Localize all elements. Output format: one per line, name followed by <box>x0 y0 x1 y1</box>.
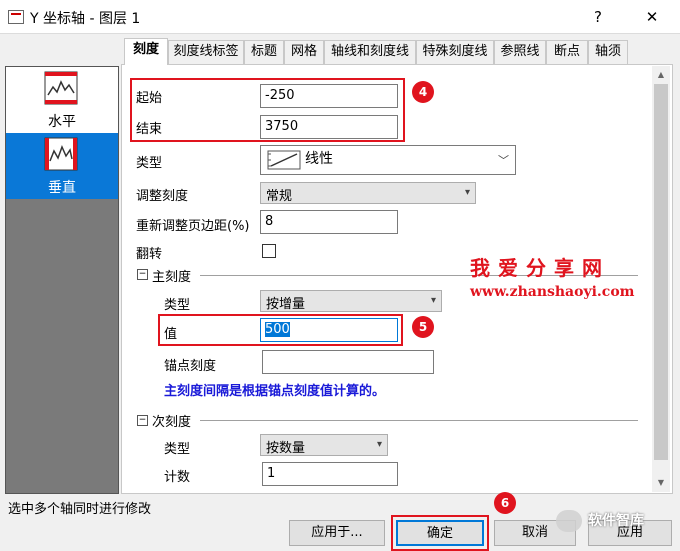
step-badge-4: 4 <box>412 81 434 103</box>
axis-label-horizontal: 水平 <box>48 114 76 130</box>
minor-type-select[interactable]: 按数量 ▾ <box>260 434 388 456</box>
horizontal-axis-icon <box>44 71 78 105</box>
axis-item-vertical[interactable]: 垂直 <box>6 133 118 199</box>
collapse-minor-icon[interactable]: − <box>137 415 148 426</box>
scroll-up-icon[interactable]: ▲ <box>652 66 670 84</box>
tab-breaks[interactable]: 断点 <box>546 40 588 64</box>
wechat-watermark: 软件智库 <box>588 513 644 529</box>
tab-special-ticks[interactable]: 特殊刻度线 <box>416 40 494 64</box>
collapse-major-icon[interactable]: − <box>137 269 148 280</box>
reverse-label: 翻转 <box>136 247 163 262</box>
tab-title[interactable]: 标题 <box>244 40 284 64</box>
chevron-down-icon: ▾ <box>430 295 436 306</box>
major-type-select[interactable]: 按增量 ▾ <box>260 290 442 312</box>
major-note: 主刻度间隔是根据锚点刻度值计算的。 <box>164 384 386 399</box>
section-divider <box>200 420 638 421</box>
watermark-url: www.zhanshaoyi.com <box>470 284 635 300</box>
chevron-down-icon: ▾ <box>464 187 470 198</box>
tab-reference-lines[interactable]: 参照线 <box>494 40 546 64</box>
tab-grids[interactable]: 网格 <box>284 40 324 64</box>
scale-type-select[interactable]: 线性 ﹀ <box>260 145 516 175</box>
app-icon <box>8 10 24 24</box>
scroll-down-icon[interactable]: ▼ <box>652 474 670 492</box>
anchor-tick-input[interactable] <box>262 350 434 374</box>
tab-line-and-ticks[interactable]: 轴线和刻度线 <box>324 40 416 64</box>
highlight-box-ok <box>391 515 489 551</box>
minor-count-input[interactable]: 1 <box>262 462 398 486</box>
tab-rug[interactable]: 轴须 <box>588 40 628 64</box>
title-bar: Y 坐标轴 - 图层 1 ? ✕ <box>0 0 680 34</box>
axis-label-vertical: 垂直 <box>48 180 76 196</box>
chevron-down-icon: ▾ <box>376 439 382 450</box>
highlight-box-value <box>158 314 403 346</box>
scrollbar-thumb[interactable] <box>654 84 668 460</box>
major-type-value: 按增量 <box>266 297 306 312</box>
minor-count-label: 计数 <box>164 470 191 485</box>
minor-ticks-header: 次刻度 <box>152 415 192 430</box>
rescale-margin-input[interactable]: 8 <box>260 210 398 234</box>
anchor-tick-label: 锚点刻度 <box>164 359 217 374</box>
rescale-value: 常规 <box>266 189 293 204</box>
reverse-checkbox[interactable] <box>262 244 276 258</box>
tab-scale[interactable]: 刻度 <box>124 38 168 65</box>
close-button[interactable]: ✕ <box>640 6 664 28</box>
step-badge-5: 5 <box>412 316 434 338</box>
axis-item-horizontal[interactable]: 水平 <box>6 67 118 133</box>
tab-tick-labels[interactable]: 刻度线标签 <box>168 40 244 64</box>
step-badge-6: 6 <box>494 492 516 514</box>
minor-type-value: 按数量 <box>266 441 306 456</box>
wechat-icon <box>556 510 582 532</box>
rescale-select[interactable]: 常规 ▾ <box>260 182 476 204</box>
window-title: Y 坐标轴 - 图层 1 <box>30 11 141 27</box>
rescale-margin-label: 重新调整页边距(%) <box>136 219 250 234</box>
highlight-box-range <box>130 78 405 142</box>
watermark-title: 我爱分享网 <box>470 256 610 280</box>
type-label: 类型 <box>136 156 163 171</box>
major-ticks-header: 主刻度 <box>152 270 192 285</box>
chevron-down-icon: ﹀ <box>498 154 509 167</box>
linear-scale-icon <box>267 150 301 170</box>
vertical-axis-icon <box>44 137 78 171</box>
rescale-label: 调整刻度 <box>136 189 189 204</box>
help-button[interactable]: ? <box>586 6 610 28</box>
scale-type-value: 线性 <box>305 151 333 167</box>
major-type-label: 类型 <box>164 298 191 313</box>
apply-to-button[interactable]: 应用于... <box>289 520 385 546</box>
status-text: 选中多个轴同时进行修改 <box>8 502 152 517</box>
axis-list: 水平 垂直 <box>5 66 119 494</box>
minor-type-label: 类型 <box>164 442 191 457</box>
